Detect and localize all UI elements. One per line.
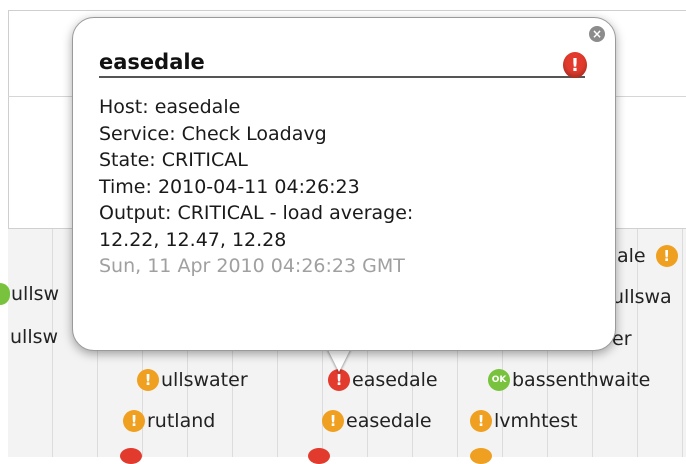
timestamp: Sun, 11 Apr 2010 04:26:23 GMT (99, 255, 405, 277)
grid-cell[interactable]: ullswa (612, 282, 672, 312)
host-label: ullsw (11, 283, 60, 305)
grid-cell[interactable]: ullsw (0, 279, 59, 309)
warning-icon (470, 448, 492, 464)
warning-icon: ! (470, 410, 492, 432)
warning-icon: ! (655, 245, 678, 267)
grid-cell[interactable]: OK bassenthwaite (488, 365, 650, 395)
host-label: lvmhtest (494, 410, 578, 432)
host-status-popup: × easedale ! Host: easedale Service: Che… (72, 17, 616, 351)
grid-cell[interactable]: ! ullswater (137, 365, 248, 395)
warning-icon: ! (137, 369, 159, 391)
grid-cell[interactable]: ullsw (10, 322, 58, 352)
host-label: ale (617, 245, 646, 267)
ok-icon: OK (488, 369, 510, 391)
host-label: ullswa (612, 286, 672, 308)
host-label: easedale (352, 369, 438, 391)
host-label: rutland (147, 410, 216, 432)
grid-cell[interactable]: ! easedale (322, 406, 432, 436)
warning-icon: ! (123, 410, 145, 432)
warning-icon: ! (322, 410, 344, 432)
popup-title: easedale (99, 50, 585, 78)
critical-icon (120, 448, 142, 464)
time-line: Time: 2010-04-11 04:26:23 (99, 175, 360, 198)
grid-cell[interactable]: ! lvmhtest (470, 406, 578, 436)
output-values: 12.22, 12.47, 12.28 (99, 228, 287, 251)
host-line: Host: easedale (99, 96, 241, 118)
state-line: State: CRITICAL (99, 149, 248, 171)
grid-cell[interactable]: ale ! (617, 241, 680, 271)
critical-icon: ! (563, 52, 587, 78)
host-label: bassenthwaite (512, 369, 651, 391)
host-label: ullswater (161, 369, 248, 391)
ok-icon (0, 283, 10, 305)
critical-icon (308, 448, 330, 464)
popup-details: Host: easedale Service: Check Loadavg St… (99, 94, 599, 280)
output-line: Output: CRITICAL - load average: (99, 202, 414, 224)
close-icon[interactable]: × (589, 26, 605, 42)
critical-icon: ! (328, 369, 350, 391)
host-label: ullsw (10, 326, 59, 348)
host-label: easedale (346, 410, 432, 432)
grid-cell[interactable]: ! rutland (123, 406, 215, 436)
service-line: Service: Check Loadavg (99, 122, 327, 145)
